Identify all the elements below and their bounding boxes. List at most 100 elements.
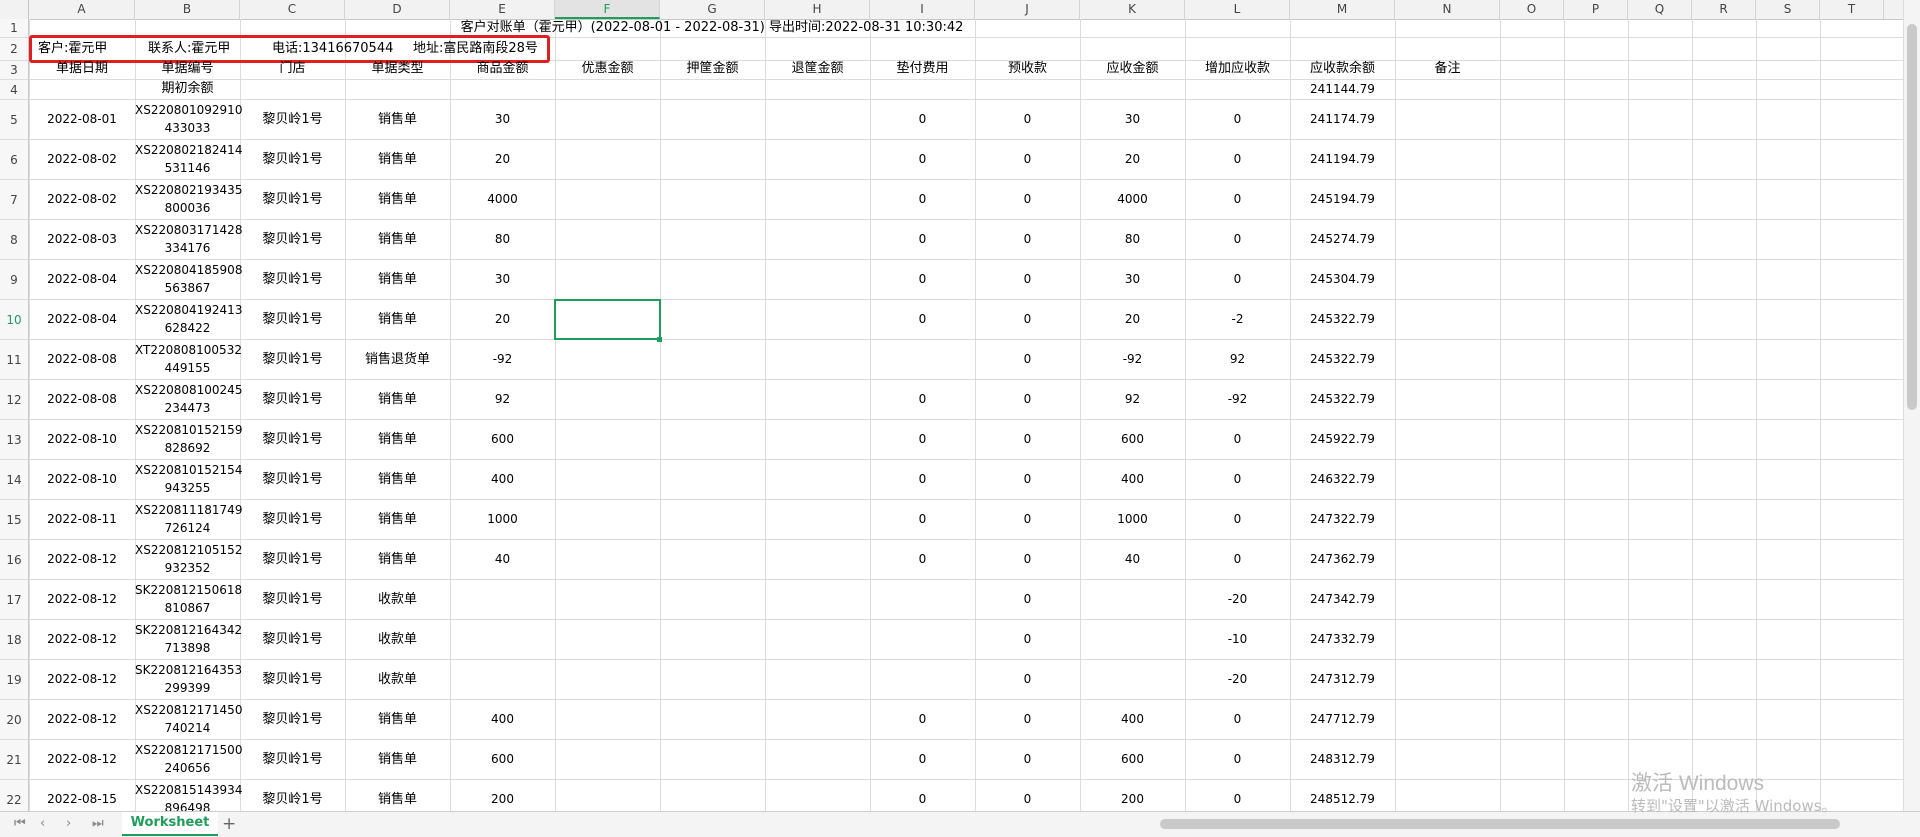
header-12: 增加应收款 (1204, 61, 1270, 76)
column-header-a[interactable]: A (29, 0, 135, 19)
column-header-l[interactable]: L (1185, 0, 1290, 19)
row-header-17[interactable]: 17 (0, 580, 29, 620)
amount-cell: 30 (494, 112, 511, 126)
added-receivable-cell: 0 (1233, 272, 1242, 286)
column-header-o[interactable]: O (1500, 0, 1564, 19)
date-cell: 2022-08-12 (47, 752, 117, 766)
date-cell: 2022-08-12 (47, 592, 117, 606)
row-header-19[interactable]: 19 (0, 660, 29, 700)
row-header-14[interactable]: 14 (0, 460, 29, 500)
column-header-t[interactable]: T (1820, 0, 1884, 19)
last-sheet-icon[interactable]: ⏭ (92, 816, 104, 831)
column-header-b[interactable]: B (135, 0, 240, 19)
row-header-22[interactable]: 22 (0, 780, 29, 811)
date-cell: 2022-08-12 (47, 672, 117, 686)
grid-column-line (1628, 19, 1629, 811)
doc-code-cell: XS220801092910 (135, 103, 243, 117)
store-cell: 黎贝岭1号 (262, 512, 323, 527)
column-header-f[interactable]: F (555, 0, 660, 19)
row-header-5[interactable]: 5 (0, 100, 29, 140)
header-3: 门店 (279, 61, 306, 76)
doc-type-cell: 销售单 (377, 392, 417, 407)
column-header-s[interactable]: S (1756, 0, 1820, 19)
column-header-n[interactable]: N (1395, 0, 1500, 19)
row-header-18[interactable]: 18 (0, 620, 29, 660)
store-cell: 黎贝岭1号 (262, 432, 323, 447)
column-header-d[interactable]: D (345, 0, 450, 19)
column-header-m[interactable]: M (1290, 0, 1395, 19)
row-header-13[interactable]: 13 (0, 420, 29, 460)
column-header-k[interactable]: K (1080, 0, 1185, 19)
row-header-16[interactable]: 16 (0, 540, 29, 580)
store-cell: 黎贝岭1号 (262, 152, 323, 167)
grid-column-line (1395, 19, 1396, 811)
date-cell: 2022-08-10 (47, 472, 117, 486)
row-header-6[interactable]: 6 (0, 140, 29, 180)
added-receivable-cell: 0 (1233, 792, 1242, 806)
column-header-c[interactable]: C (240, 0, 345, 19)
date-cell: 2022-08-03 (47, 232, 117, 246)
amount-cell: 1000 (487, 512, 518, 526)
horizontal-scroll-thumb[interactable] (1160, 819, 1840, 829)
receivable-cell: 600 (1121, 432, 1144, 446)
doc-type-cell: 销售单 (377, 792, 417, 807)
column-header-r[interactable]: R (1692, 0, 1756, 19)
column-header-h[interactable]: H (765, 0, 870, 19)
spreadsheet-grid[interactable]: ABCDEFGHIJKLMNOPQRST 1 2 3 4 5 6 7 8 9 10 11 12 13 14… (0, 0, 1904, 811)
grid-column-line (450, 19, 451, 811)
column-header-g[interactable]: G (660, 0, 765, 19)
row-header-10[interactable]: 10 (0, 300, 29, 340)
first-sheet-icon[interactable]: ⏮ (14, 816, 26, 831)
doc-code-cell: XS220802193435 (135, 183, 243, 197)
column-header-q[interactable]: Q (1628, 0, 1692, 19)
prepaid-cell: 0 (1023, 552, 1032, 566)
select-all-corner[interactable] (0, 0, 29, 19)
row-header-2[interactable]: 2 (0, 38, 29, 61)
row-header-1[interactable]: 1 (0, 19, 29, 38)
add-sheet-icon[interactable]: + (222, 814, 236, 834)
row-header-12[interactable]: 12 (0, 380, 29, 420)
receivable-cell: 92 (1124, 392, 1141, 406)
active-cell-f10[interactable] (554, 299, 661, 340)
grid-column-line (1756, 19, 1757, 811)
amount-cell: 30 (494, 272, 511, 286)
column-header-p[interactable]: P (1564, 0, 1628, 19)
column-header-j[interactable]: J (975, 0, 1080, 19)
horizontal-scrollbar[interactable] (1140, 817, 1890, 831)
row-header-21[interactable]: 21 (0, 740, 29, 780)
doc-code-cell-cont: 800036 (164, 201, 211, 215)
prepaid-cell: 0 (1023, 192, 1032, 206)
row-header-8[interactable]: 8 (0, 220, 29, 260)
prev-sheet-icon[interactable]: ‹ (40, 816, 45, 831)
row-header-4[interactable]: 4 (0, 80, 29, 100)
column-header-e[interactable]: E (450, 0, 555, 19)
row-header-15[interactable]: 15 (0, 500, 29, 540)
row-header-20[interactable]: 20 (0, 700, 29, 740)
balance-cell: 248512.79 (1310, 792, 1375, 806)
store-cell: 黎贝岭1号 (262, 712, 323, 727)
row-header-7[interactable]: 7 (0, 180, 29, 220)
advance-cell: 0 (918, 112, 927, 126)
column-header-i[interactable]: I (870, 0, 975, 19)
balance-cell: 241174.79 (1310, 112, 1375, 126)
prepaid-cell: 0 (1023, 312, 1032, 326)
advance-cell: 0 (918, 272, 927, 286)
next-sheet-icon[interactable]: › (66, 816, 71, 831)
doc-code-cell-cont: 943255 (164, 481, 211, 495)
sheet-tab-worksheet[interactable]: Worksheet (122, 812, 218, 836)
grid-row-line (29, 219, 1904, 220)
column-header-bar[interactable]: ABCDEFGHIJKLMNOPQRST (0, 0, 1904, 20)
added-receivable-cell: 0 (1233, 752, 1242, 766)
doc-code-cell-cont: 896498 (164, 801, 211, 811)
opening-balance-label: 期初余额 (161, 81, 214, 96)
row-header-9[interactable]: 9 (0, 260, 29, 300)
doc-type-cell: 销售单 (377, 112, 417, 127)
row-header-11[interactable]: 11 (0, 340, 29, 380)
grid-row-line (29, 79, 1904, 80)
fill-handle[interactable] (657, 337, 662, 342)
amount-cell: 400 (491, 712, 514, 726)
vertical-scrollbar[interactable] (1903, 0, 1920, 811)
row-header-3[interactable]: 3 (0, 61, 29, 80)
vertical-scroll-thumb[interactable] (1907, 24, 1917, 410)
added-receivable-cell: 0 (1233, 192, 1242, 206)
